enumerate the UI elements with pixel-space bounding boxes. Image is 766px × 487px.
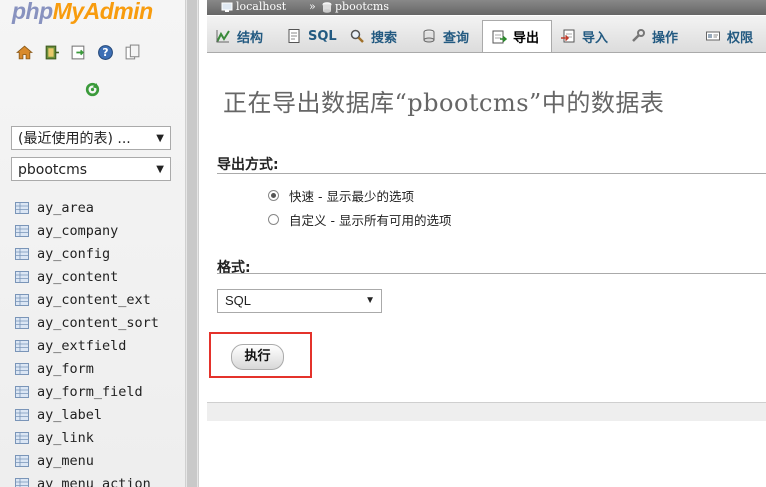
radio-quick[interactable]: 快速 - 显示最少的选项 (268, 186, 414, 205)
table-list-item[interactable]: ay_content_ext (15, 288, 159, 311)
table-icon (15, 316, 29, 329)
chevron-down-icon: ▼ (156, 164, 164, 175)
table-icon (15, 362, 29, 375)
tab-structure[interactable]: 结构 (207, 21, 278, 51)
table-list-item[interactable]: ay_config (15, 242, 159, 265)
main-panel: localhost » pbootcms 结构 SQL 搜索 查询 导出 导入 操作 权限 正… (207, 0, 766, 487)
tab-query[interactable]: 查询 (413, 21, 482, 51)
recent-tables-select[interactable]: (最近使用的表) ... ▼ (11, 126, 171, 150)
breadcrumb: localhost » pbootcms (207, 0, 766, 15)
sql-window-icon[interactable] (70, 44, 87, 61)
table-list-item[interactable]: ay_company (15, 219, 159, 242)
nav-icon-bar: ? (16, 44, 141, 61)
table-icon (15, 408, 29, 421)
tab-privileges[interactable]: 权限 (697, 21, 766, 51)
table-list-item[interactable]: ay_menu (15, 449, 159, 472)
table-list-item[interactable]: ay_content (15, 265, 159, 288)
recent-tables-label: (最近使用的表) ... (18, 131, 131, 147)
table-list-item[interactable]: ay_extfield (15, 334, 159, 357)
table-list-item[interactable]: ay_menu_action (15, 472, 159, 487)
privileges-icon (706, 31, 720, 41)
format-divider (217, 273, 766, 274)
table-list: ay_area ay_company ay_config ay_content ay_c… (15, 196, 159, 487)
structure-icon (216, 30, 230, 43)
table-icon (15, 247, 29, 260)
docs-icon[interactable] (124, 44, 141, 61)
format-label: 格式: (217, 260, 251, 276)
table-list-item[interactable]: ay_content_sort (15, 311, 159, 334)
table-list-item[interactable]: ay_area (15, 196, 159, 219)
format-select[interactable]: SQL ▼ (217, 289, 382, 313)
wrench-icon (632, 29, 645, 42)
radio-button[interactable] (268, 214, 279, 225)
phpmyadmin-logo[interactable]: phpMyAdmin (12, 0, 153, 25)
table-icon (15, 270, 29, 283)
tab-import[interactable]: 导入 (552, 21, 622, 51)
server-icon (221, 2, 233, 12)
breadcrumb-server[interactable]: localhost (221, 0, 286, 14)
go-button[interactable]: 执行 (231, 344, 284, 370)
table-icon (15, 454, 29, 467)
help-icon[interactable]: ? (97, 44, 114, 61)
table-icon (15, 385, 29, 398)
tab-sql[interactable]: SQL (278, 21, 341, 51)
import-icon (561, 29, 575, 43)
table-list-item[interactable]: ay_form (15, 357, 159, 380)
table-list-item[interactable]: ay_form_field (15, 380, 159, 403)
tab-export[interactable]: 导出 (482, 20, 552, 52)
table-list-item[interactable]: ay_link (15, 426, 159, 449)
radio-button-selected[interactable] (268, 190, 279, 201)
table-icon (15, 339, 29, 352)
export-method-label: 导出方式: (217, 157, 279, 173)
chevron-down-icon: ▼ (365, 295, 375, 306)
database-select[interactable]: pbootcms ▼ (11, 157, 171, 181)
tab-operations[interactable]: 操作 (622, 21, 697, 51)
exit-icon[interactable] (43, 44, 60, 61)
export-method-divider (217, 173, 766, 174)
svg-text:?: ? (102, 46, 108, 59)
breadcrumb-database[interactable]: pbootcms (322, 0, 389, 14)
format-select-value: SQL (225, 293, 252, 308)
table-icon (15, 201, 29, 214)
chevron-down-icon: ▼ (156, 133, 164, 144)
reload-icon[interactable] (84, 81, 101, 98)
export-icon (492, 30, 507, 43)
sql-icon (288, 29, 300, 43)
tab-search[interactable]: 搜索 (341, 21, 413, 51)
page-title: 正在导出数据库“pbootcms”中的数据表 (223, 89, 665, 117)
navigation-panel: phpMyAdmin ? (最近使用的表) ... ▼ pbootcms ▼ a… (0, 0, 185, 487)
breadcrumb-separator: » (309, 0, 316, 13)
home-icon[interactable] (16, 44, 33, 61)
scrollbar-thumb[interactable] (187, 0, 197, 487)
table-icon (15, 477, 29, 487)
tab-bar: 结构 SQL 搜索 查询 导出 导入 操作 权限 (207, 16, 766, 53)
table-icon (15, 224, 29, 237)
database-select-value: pbootcms (18, 162, 88, 178)
table-icon (15, 431, 29, 444)
database-icon (322, 1, 332, 13)
footer-bar (207, 402, 766, 421)
table-icon (15, 293, 29, 306)
query-icon (423, 29, 435, 43)
table-list-item[interactable]: ay_label (15, 403, 159, 426)
search-icon (350, 29, 364, 43)
radio-custom[interactable]: 自定义 - 显示所有可用的选项 (268, 210, 451, 229)
